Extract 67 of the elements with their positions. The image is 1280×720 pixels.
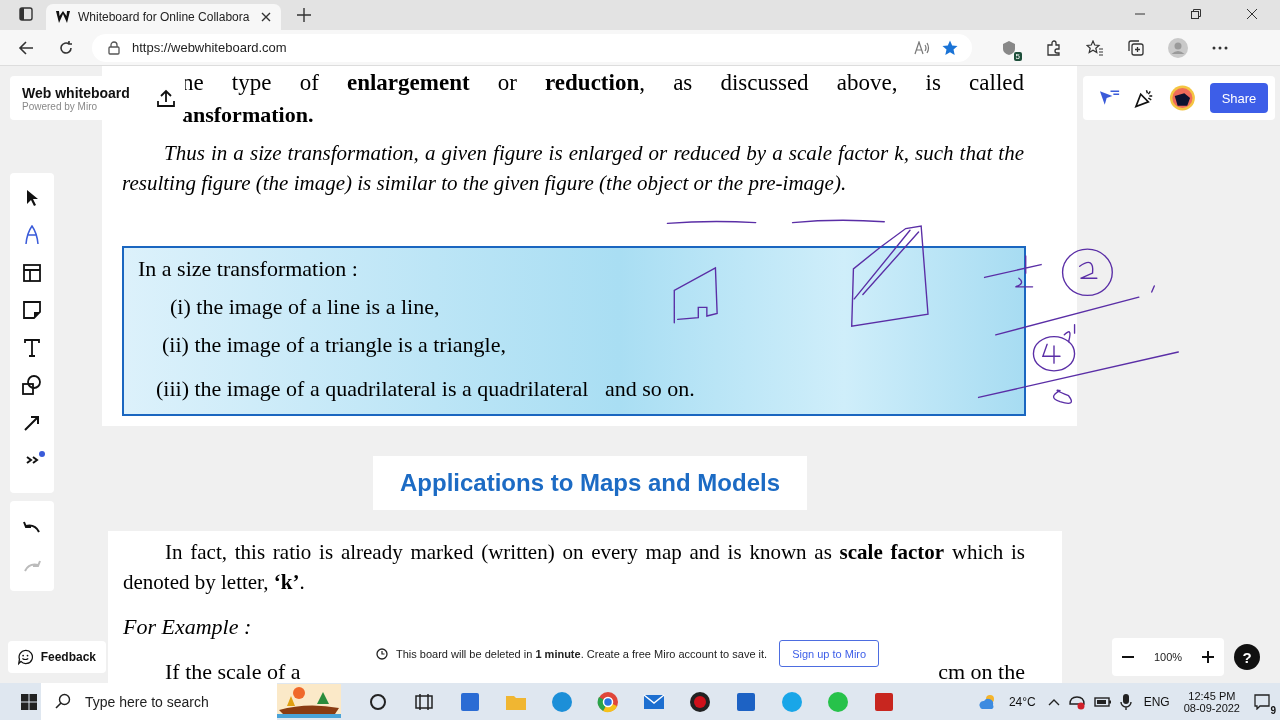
close-icon[interactable] [261,12,271,22]
sign-up-button[interactable]: Sign up to Miro [779,640,880,667]
weather-temperature[interactable]: 24°C [1008,694,1036,709]
network-icon[interactable] [1067,693,1086,710]
feedback-icon [18,647,33,667]
feedback-button[interactable]: Feedback [8,641,106,673]
arrow-icon[interactable] [23,413,41,432]
restore-icon[interactable] [1191,9,1201,19]
section-heading: Applications to Maps and Models [373,456,807,510]
frame-icon[interactable] [23,263,41,282]
clock-icon [376,647,388,660]
brand-subtitle: Powered by Miro [22,100,99,112]
text-line: If the scale of a [165,659,301,683]
sticky-note-icon[interactable] [23,301,41,320]
close-icon[interactable] [1247,9,1257,19]
taskbar-search-field[interactable]: Type here to search [41,683,277,720]
weather-icon[interactable] [976,692,997,711]
text-line: cm on the [938,659,1025,683]
pen-icon[interactable] [24,225,40,246]
puzzle-icon[interactable] [1046,39,1062,56]
chrome-icon[interactable] [597,690,619,713]
refresh-icon[interactable] [58,39,74,56]
text-line: ansformation. [182,102,314,128]
box-heading: In a size transformation : [138,256,358,282]
more-icon[interactable] [1212,45,1228,50]
search-icon [55,693,71,709]
extension-button[interactable]: 5 [996,34,1022,61]
profile-avatar-icon[interactable] [1168,37,1188,58]
zoom-level[interactable]: 100% [1153,651,1183,663]
chevrons-icon[interactable] [25,455,39,466]
star-icon[interactable] [942,39,958,56]
box-item: (i) the image of a line is a line, [170,294,440,320]
help-button[interactable]: ? [1234,644,1260,670]
shapes-icon[interactable] [22,375,42,396]
share-button[interactable]: Share [1210,83,1268,113]
text-icon[interactable] [23,338,41,357]
microphone-icon[interactable] [1119,692,1132,711]
brand-title: Web whiteboard [22,84,130,101]
pointer-icon[interactable] [24,188,40,207]
undo-icon[interactable] [23,520,41,533]
windows-start-icon[interactable] [21,693,37,710]
example-label: For Example : [123,614,252,640]
lock-icon [108,40,120,55]
battery-icon[interactable] [1093,695,1112,708]
back-icon[interactable] [18,39,34,56]
box-item: (iii) the image of a quadrilateral is a quadrilateral and so on. [156,376,695,402]
export-icon[interactable] [157,89,175,107]
browser-tab[interactable]: Whiteboard for Online Collabora [46,4,281,30]
record-icon[interactable] [689,690,711,713]
new-tab-icon[interactable] [297,8,311,22]
clock[interactable]: 12:45 PM 08-09-2022 [1183,689,1240,714]
notification-icon [1254,693,1270,710]
tab-actions-icon[interactable] [18,6,34,22]
paragraph: In fact, this ratio is already marked (written) on every map and is known as scale factor which is denoted by letter, ‘k’. [123,539,1025,596]
w-logo-icon [56,11,70,23]
user-avatar-icon[interactable] [1169,84,1196,112]
box-item: (ii) the image of a triangle is a triangle, [162,332,506,358]
zoom-in-icon[interactable] [1200,650,1215,664]
paragraph: Thus in a size transformation, a given figure is enlarged or reduced by a scale factor k, such that the resulting figure (the image) is similar to the given figure (the object or the pre-image). [122,140,1024,197]
collections-icon[interactable] [1128,39,1144,56]
chevron-up-icon[interactable] [1047,697,1060,706]
address-field[interactable]: https://webwhiteboard.com [92,33,972,62]
cursor-icon[interactable] [1099,89,1121,107]
read-aloud-icon[interactable] [914,40,930,55]
shield-icon [1001,39,1017,56]
favorites-icon[interactable] [1086,39,1104,56]
language-indicator[interactable]: ENG [1143,694,1170,709]
